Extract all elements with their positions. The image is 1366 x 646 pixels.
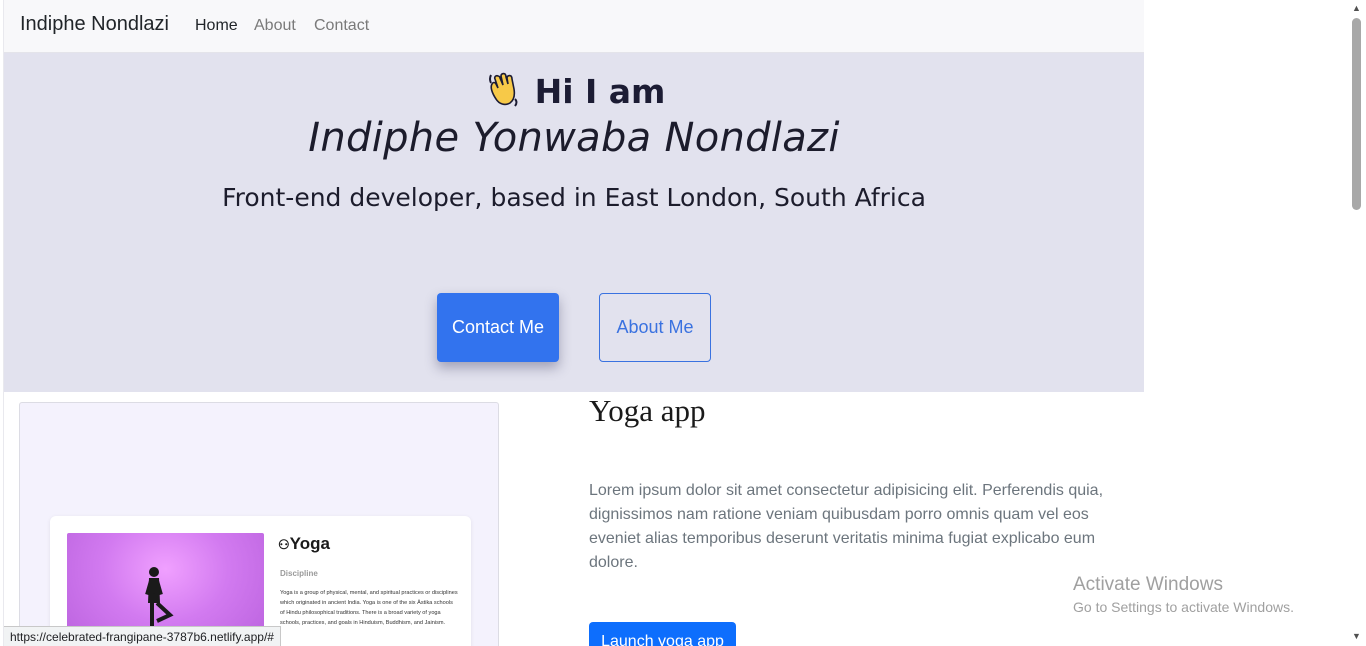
project-description: Lorem ipsum dolor sit amet consectetur a…: [589, 482, 1104, 571]
hero-greeting: Hi I am: [4, 69, 1144, 111]
browser-page: Indiphe Nondlazi Home About Contact Hi I…: [0, 0, 1366, 646]
preview-text: Yoga is a group of physical, mental, and…: [280, 590, 458, 626]
scroll-down-arrow-icon[interactable]: ▼: [1347, 628, 1366, 644]
scroll-up-arrow-icon[interactable]: ▲: [1347, 0, 1366, 16]
preview-label: Discipline: [280, 569, 318, 578]
preview-title: ⚇Yoga: [278, 534, 330, 554]
activate-windows-subtitle: Go to Settings to activate Windows.: [1073, 599, 1294, 615]
preview-title-text: Yoga: [289, 534, 330, 553]
waving-hand-icon: [488, 72, 518, 107]
greeting-text: Hi I am: [534, 72, 666, 111]
about-me-button[interactable]: About Me: [599, 293, 711, 362]
meditation-icon: ⚇: [278, 537, 290, 552]
nav-link-home[interactable]: Home: [195, 17, 238, 35]
project-preview-image: ⚇Yoga Discipline Yoga is a group of phys…: [19, 402, 499, 646]
nav-link-about[interactable]: About: [254, 17, 296, 35]
contact-me-button[interactable]: Contact Me: [437, 293, 559, 362]
activate-windows-title: Activate Windows: [1073, 574, 1223, 595]
vertical-scrollbar[interactable]: ▲ ▼: [1347, 0, 1366, 646]
scrollbar-thumb[interactable]: [1352, 18, 1361, 210]
hero-subtitle: Front-end developer, based in East Londo…: [222, 183, 926, 212]
launch-yoga-app-button[interactable]: Launch yoga app: [589, 622, 736, 646]
project-title: Yoga app: [589, 393, 706, 428]
navbar: Indiphe Nondlazi Home About Contact: [4, 0, 1144, 53]
status-bar-url: https://celebrated-frangipane-3787b6.net…: [4, 626, 281, 646]
hero-name: Indiphe Yonwaba Nondlazi: [308, 115, 840, 161]
nav-link-contact[interactable]: Contact: [314, 17, 369, 35]
navbar-brand[interactable]: Indiphe Nondlazi: [20, 13, 169, 36]
hero-section: Hi I am Indiphe Yonwaba Nondlazi Front-e…: [4, 53, 1144, 392]
